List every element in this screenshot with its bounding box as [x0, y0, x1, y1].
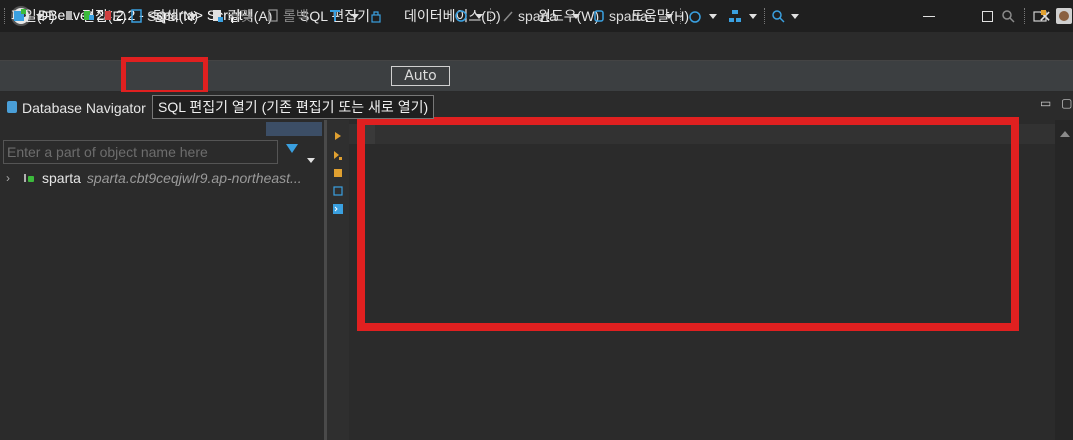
chevron-down-icon — [709, 13, 717, 19]
cloud-icon — [689, 11, 701, 23]
transaction-mode-indicator[interactable]: Auto — [391, 66, 450, 86]
terminal-icon[interactable] — [333, 199, 343, 214]
explain-plan-icon[interactable] — [333, 163, 343, 177]
schema-selector[interactable]: sparta — [594, 7, 648, 25]
connection-icon — [503, 11, 513, 22]
rollback-button[interactable]: 롤백 — [268, 7, 309, 25]
datasource-dropdown[interactable] — [572, 7, 580, 25]
object-filter-input[interactable] — [3, 140, 278, 164]
dbeaver-perspective-button[interactable] — [1056, 7, 1072, 25]
connect-icon — [66, 11, 72, 20]
format-sql-icon[interactable] — [333, 181, 343, 196]
chevron-down-icon — [665, 13, 673, 19]
toolbar-separator — [764, 8, 766, 24]
sql-editor-button[interactable]: SQL — [131, 7, 175, 25]
database-icon — [594, 10, 604, 22]
expand-icon[interactable]: › — [6, 171, 24, 185]
magnifier-icon — [772, 10, 785, 23]
mysql-connection-icon — [24, 173, 36, 183]
disconnect-button[interactable] — [103, 7, 115, 25]
sql-editor-tooltip: SQL 편집기 열기 (기존 편집기 또는 새로 열기) — [152, 95, 435, 119]
search-icon — [1002, 10, 1015, 23]
datasource-label: sparta — [518, 8, 557, 24]
cloud-button[interactable] — [688, 7, 702, 25]
search-tool-button[interactable] — [771, 7, 785, 25]
invalidate-button[interactable] — [83, 7, 95, 25]
navigator-mini-toolbar[interactable] — [266, 122, 322, 136]
chevron-down-icon — [307, 158, 315, 163]
tree-node-name: sparta — [42, 170, 81, 186]
chevron-down-icon — [189, 13, 197, 19]
sql-editor-dropdown[interactable] — [189, 7, 197, 25]
minimize-view-icon[interactable]: ▭ — [1040, 96, 1051, 110]
chevron-down-icon — [572, 13, 580, 19]
editor-scrollbar[interactable] — [1055, 120, 1073, 440]
tree-node-sparta[interactable]: › sparta sparta.cbt9ceqjwlr9.ap-northeas… — [6, 168, 302, 188]
connect-button[interactable] — [64, 7, 74, 25]
database-navigator-icon — [7, 101, 17, 113]
toolbar-separator — [490, 8, 492, 24]
execute-script-icon[interactable] — [333, 145, 343, 160]
minimize-icon — [923, 15, 935, 17]
commit-button[interactable]: 커밋 — [212, 7, 253, 25]
maximize-icon — [981, 10, 993, 22]
sitemap-button[interactable] — [728, 7, 742, 25]
toolbar-separator — [1024, 8, 1026, 24]
maximize-view-icon[interactable]: ▢ — [1061, 96, 1072, 110]
clock-icon — [455, 10, 467, 22]
sql-button-highlight-annotation — [121, 57, 208, 95]
sitemap-dropdown[interactable] — [749, 7, 757, 25]
minimize-button[interactable] — [900, 0, 958, 32]
sitemap-icon — [729, 10, 741, 22]
tab-database-navigator[interactable]: Database Navigator — [22, 100, 150, 116]
global-search-button[interactable] — [1001, 7, 1015, 25]
schema-label: sparta — [609, 8, 648, 24]
toolbar-separator — [680, 8, 682, 24]
history-dropdown[interactable] — [475, 7, 483, 25]
chevron-down-icon — [749, 13, 757, 19]
tree-node-host: sparta.cbt9ceqjwlr9.ap-northeast... — [86, 170, 302, 186]
new-connection-dropdown[interactable] — [36, 7, 44, 25]
commit-label: 커밋 — [227, 8, 253, 24]
schema-dropdown[interactable] — [665, 7, 673, 25]
editor-view-controls[interactable]: ▭ ▢ — [1040, 96, 1073, 110]
dbeaver-perspective-icon — [1056, 8, 1072, 24]
sql-button-label: SQL — [147, 8, 176, 24]
search-tool-dropdown[interactable] — [791, 7, 799, 25]
rollback-icon — [268, 9, 278, 22]
rollback-label: 롤백 — [283, 8, 309, 24]
refresh-connection-icon — [84, 11, 94, 20]
cloud-dropdown[interactable] — [709, 7, 717, 25]
lock-button[interactable] — [370, 7, 382, 25]
history-button[interactable] — [454, 7, 468, 25]
disconnect-icon — [105, 11, 111, 20]
toolbar-grip — [4, 8, 6, 24]
lock-icon — [371, 11, 381, 23]
menu-bar — [0, 32, 1073, 60]
sql-script-icon — [131, 9, 142, 23]
scroll-up-icon[interactable] — [1060, 131, 1070, 137]
editor-highlight-annotation — [357, 117, 1019, 331]
transaction-mode-dropdown[interactable] — [351, 7, 359, 25]
filter-dropdown[interactable] — [307, 148, 315, 167]
transaction-mode-button[interactable] — [329, 7, 341, 25]
transaction-icon — [330, 10, 340, 21]
commit-icon — [213, 10, 223, 22]
filter-icon[interactable] — [286, 144, 298, 153]
new-connection-button[interactable] — [12, 7, 26, 25]
execute-statement-icon[interactable] — [333, 126, 343, 140]
chevron-down-icon — [36, 13, 44, 19]
chevron-down-icon — [351, 13, 359, 19]
perspective-button[interactable] — [1033, 7, 1047, 25]
plug-icon — [14, 9, 26, 21]
chevron-down-icon — [475, 13, 483, 19]
chevron-down-icon — [791, 13, 799, 19]
menu-database[interactable]: 데이터베이스(D) — [404, 6, 501, 26]
perspective-icon — [1033, 10, 1047, 22]
datasource-selector[interactable]: sparta — [502, 7, 557, 25]
